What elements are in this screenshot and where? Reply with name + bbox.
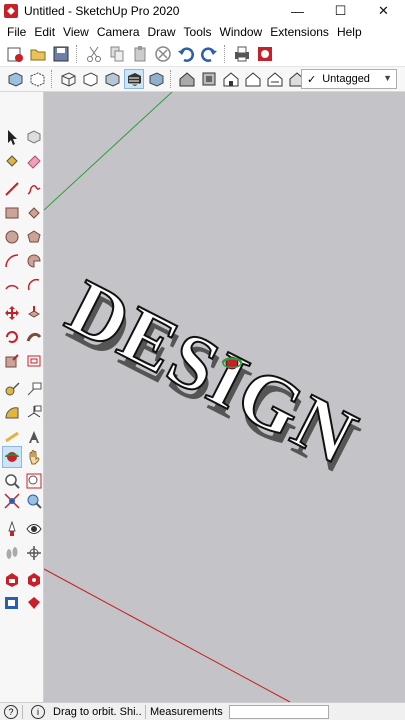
maximize-button[interactable]: ☐ [319, 0, 362, 22]
save-icon[interactable] [51, 44, 71, 64]
walk-icon[interactable] [2, 542, 22, 564]
tag-dropdown[interactable]: ✓ Untagged ▼ [301, 69, 397, 89]
instructor-info-icon[interactable]: i [31, 704, 45, 719]
front-view-icon[interactable] [221, 69, 241, 89]
model-viewport[interactable]: DESIGN DESIGN [44, 92, 405, 702]
protractor-icon[interactable] [2, 402, 22, 424]
offset-icon[interactable] [24, 350, 44, 372]
circle-icon[interactable] [2, 226, 22, 248]
previous-view-icon[interactable] [24, 490, 44, 512]
scale-icon[interactable] [2, 350, 22, 372]
back-edges-icon[interactable] [27, 69, 47, 89]
line-icon[interactable] [2, 178, 22, 200]
zoom-window-icon[interactable] [24, 470, 44, 492]
look-around-icon[interactable] [24, 518, 44, 540]
move-icon[interactable] [2, 302, 22, 324]
title-bar: Untitled - SketchUp Pro 2020 — ☐ ✕ [0, 0, 405, 22]
position-camera-icon[interactable] [2, 518, 22, 540]
measurements-input[interactable] [228, 704, 329, 719]
right-view-icon[interactable] [243, 69, 263, 89]
shaded-icon[interactable] [102, 69, 122, 89]
rotated-rectangle-icon[interactable] [24, 202, 44, 224]
pie-icon[interactable] [24, 250, 44, 272]
extension-warehouse-icon[interactable] [24, 568, 44, 590]
text-tool-icon[interactable] [24, 378, 44, 400]
paste-icon[interactable] [130, 44, 150, 64]
wireframe-icon[interactable] [58, 69, 78, 89]
zoom-icon[interactable] [2, 470, 22, 492]
eraser-icon[interactable] [24, 150, 44, 172]
status-hint: Drag to orbit. Shi... [53, 705, 141, 718]
menu-help[interactable]: Help [333, 25, 366, 39]
tape-measure-icon[interactable] [2, 378, 22, 400]
component-icon[interactable] [24, 126, 44, 148]
back-view-icon[interactable] [265, 69, 285, 89]
follow-me-icon[interactable] [24, 326, 44, 348]
geo-location-icon[interactable]: ? [4, 704, 18, 719]
3d-text-icon[interactable] [24, 426, 44, 448]
menu-window[interactable]: Window [216, 25, 267, 39]
rectangle-icon[interactable] [2, 202, 22, 224]
monochrome-icon[interactable] [146, 69, 166, 89]
model-info-icon[interactable] [255, 44, 275, 64]
styles-views-toolbar: ✓ Untagged ▼ [0, 67, 405, 92]
measurements-label: Measurements [150, 705, 223, 718]
cut-icon[interactable] [84, 44, 104, 64]
standard-toolbar [0, 41, 405, 67]
menu-extensions[interactable]: Extensions [266, 25, 333, 39]
hidden-line-icon[interactable] [80, 69, 100, 89]
arc-icon[interactable] [2, 250, 22, 272]
pan-icon[interactable] [24, 446, 44, 468]
status-bar: ? i Drag to orbit. Shi... Measurements [0, 702, 405, 720]
green-axis [44, 92, 173, 211]
axes-icon[interactable] [24, 402, 44, 424]
rotate-icon[interactable] [2, 326, 22, 348]
large-tool-set [0, 92, 44, 702]
menu-camera[interactable]: Camera [93, 25, 144, 39]
dimension-icon[interactable] [2, 426, 22, 448]
active-tag-check-icon: ✓ [307, 73, 317, 86]
undo-icon[interactable] [176, 44, 196, 64]
sketchup-logo-icon [4, 4, 18, 18]
tag-dropdown-value: Untagged [322, 73, 370, 85]
freehand-icon[interactable] [24, 178, 44, 200]
new-model-icon[interactable] [5, 44, 25, 64]
select-icon[interactable] [2, 126, 22, 148]
3d-text-model: DESIGN DESIGN [53, 261, 372, 491]
section-plane-icon[interactable] [24, 542, 44, 564]
send-to-layout-icon[interactable] [2, 592, 22, 614]
paint-bucket-icon[interactable] [2, 150, 22, 172]
menu-view[interactable]: View [59, 25, 93, 39]
close-button[interactable]: ✕ [362, 0, 405, 22]
menu-file[interactable]: File [3, 25, 30, 39]
ruby-console-icon[interactable] [24, 592, 44, 614]
redo-icon[interactable] [199, 44, 219, 64]
3d-warehouse-icon[interactable] [2, 568, 22, 590]
model-scene: DESIGN DESIGN [44, 92, 373, 702]
menu-draw[interactable]: Draw [144, 25, 180, 39]
menu-bar: File Edit View Camera Draw Tools Window … [0, 22, 405, 41]
menu-tools[interactable]: Tools [180, 25, 216, 39]
open-icon[interactable] [28, 44, 48, 64]
zoom-extents-icon[interactable] [2, 490, 22, 512]
xray-icon[interactable] [5, 69, 25, 89]
copy-icon[interactable] [107, 44, 127, 64]
red-axis [44, 568, 291, 702]
push-pull-icon[interactable] [24, 302, 44, 324]
print-icon[interactable] [232, 44, 252, 64]
orbit-icon[interactable] [2, 446, 22, 468]
erase-icon[interactable] [153, 44, 173, 64]
shaded-textures-icon[interactable] [124, 69, 144, 89]
iso-view-icon[interactable] [177, 69, 197, 89]
top-view-icon[interactable] [199, 69, 219, 89]
three-point-arc-icon[interactable] [24, 274, 44, 296]
polygon-icon[interactable] [24, 226, 44, 248]
two-point-arc-icon[interactable] [2, 274, 22, 296]
minimize-button[interactable]: — [276, 0, 319, 22]
window-title: Untitled - SketchUp Pro 2020 [24, 4, 180, 18]
chevron-down-icon: ▼ [383, 73, 392, 83]
menu-edit[interactable]: Edit [30, 25, 59, 39]
